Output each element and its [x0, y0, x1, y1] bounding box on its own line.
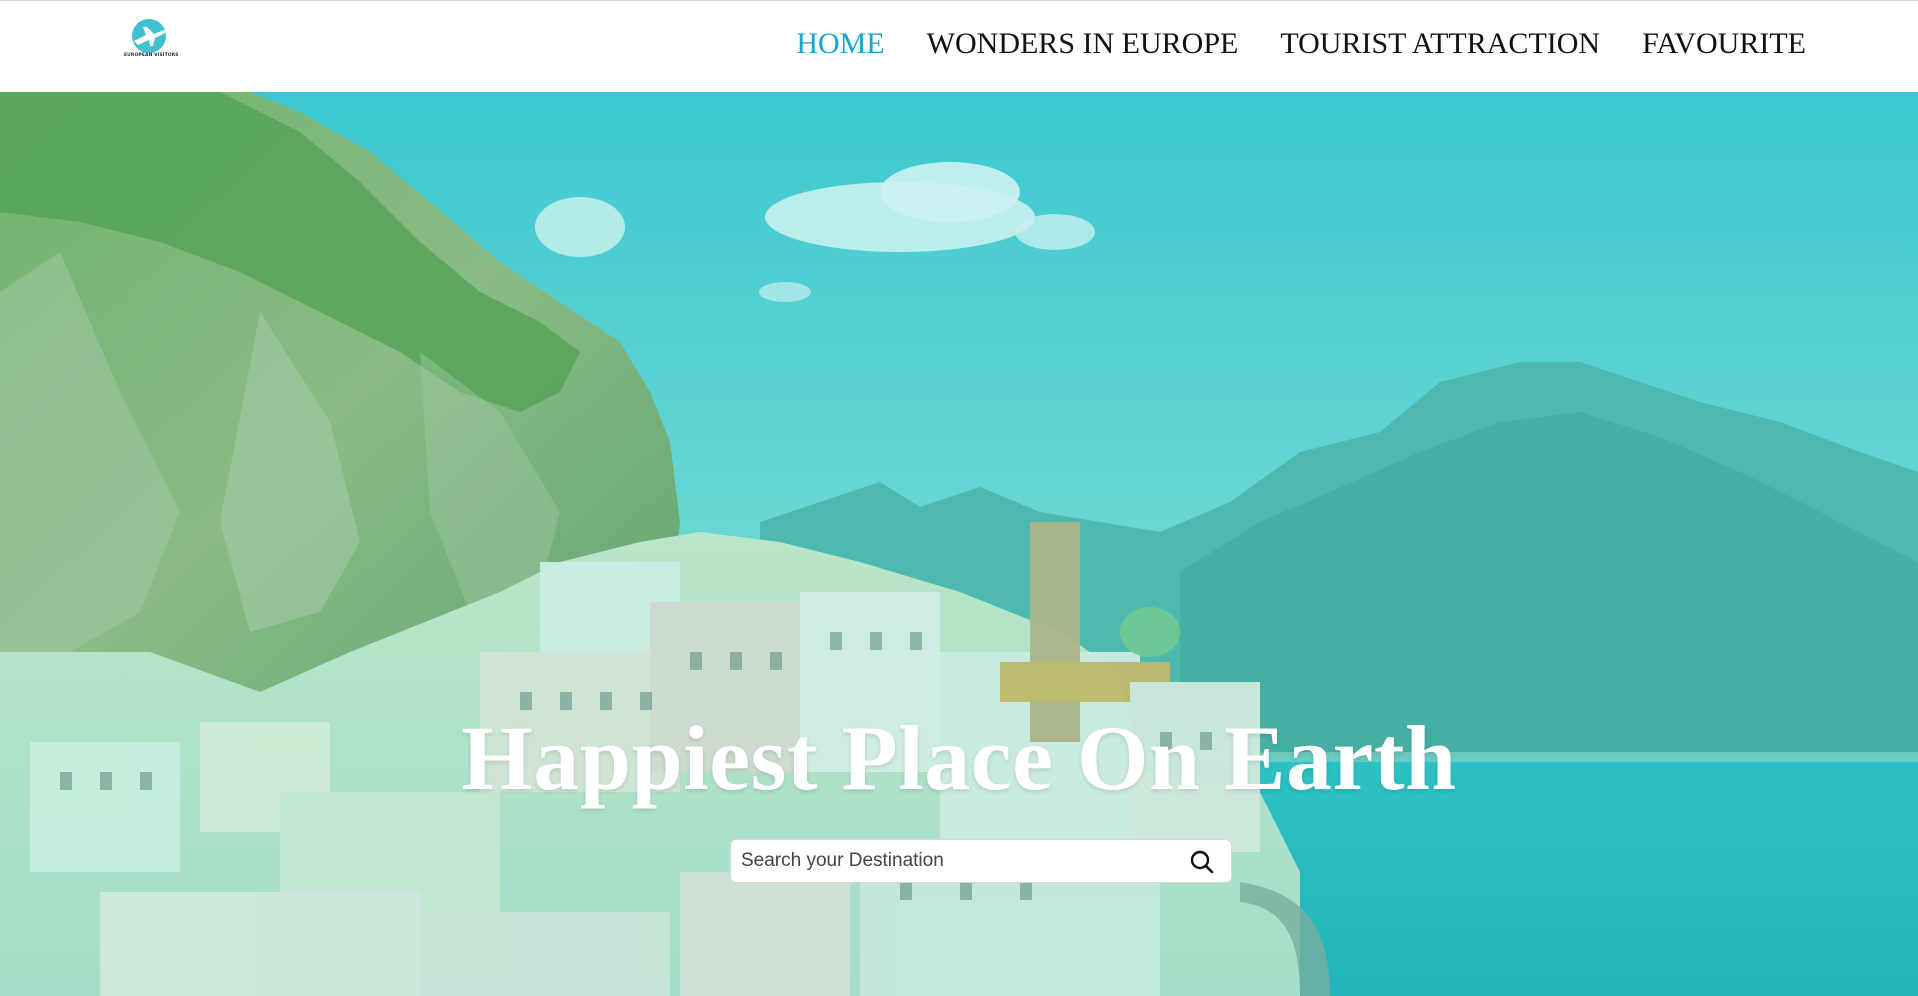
search-bar — [730, 839, 1232, 883]
page: EUROPEAN VISITORS HOME WONDERS IN EUROPE… — [0, 0, 1918, 996]
brand-logo[interactable]: EUROPEAN VISITORS — [124, 19, 179, 63]
hero-section: Happiest Place On Earth — [0, 92, 1918, 996]
main-nav: HOME WONDERS IN EUROPE TOURIST ATTRACTIO… — [796, 27, 1806, 61]
nav-item-home[interactable]: HOME — [796, 27, 884, 61]
brand-logo-text: EUROPEAN VISITORS — [124, 53, 179, 58]
navbar: EUROPEAN VISITORS HOME WONDERS IN EUROPE… — [0, 0, 1918, 92]
nav-item-tourist-attraction[interactable]: TOURIST ATTRACTION — [1280, 27, 1600, 61]
hero-title: Happiest Place On Earth — [461, 707, 1457, 809]
nav-item-wonders-in-europe[interactable]: WONDERS IN EUROPE — [927, 27, 1239, 61]
search-input[interactable] — [741, 840, 1181, 882]
search-icon[interactable] — [1189, 849, 1215, 875]
nav-item-favourite[interactable]: FAVOURITE — [1642, 27, 1806, 61]
